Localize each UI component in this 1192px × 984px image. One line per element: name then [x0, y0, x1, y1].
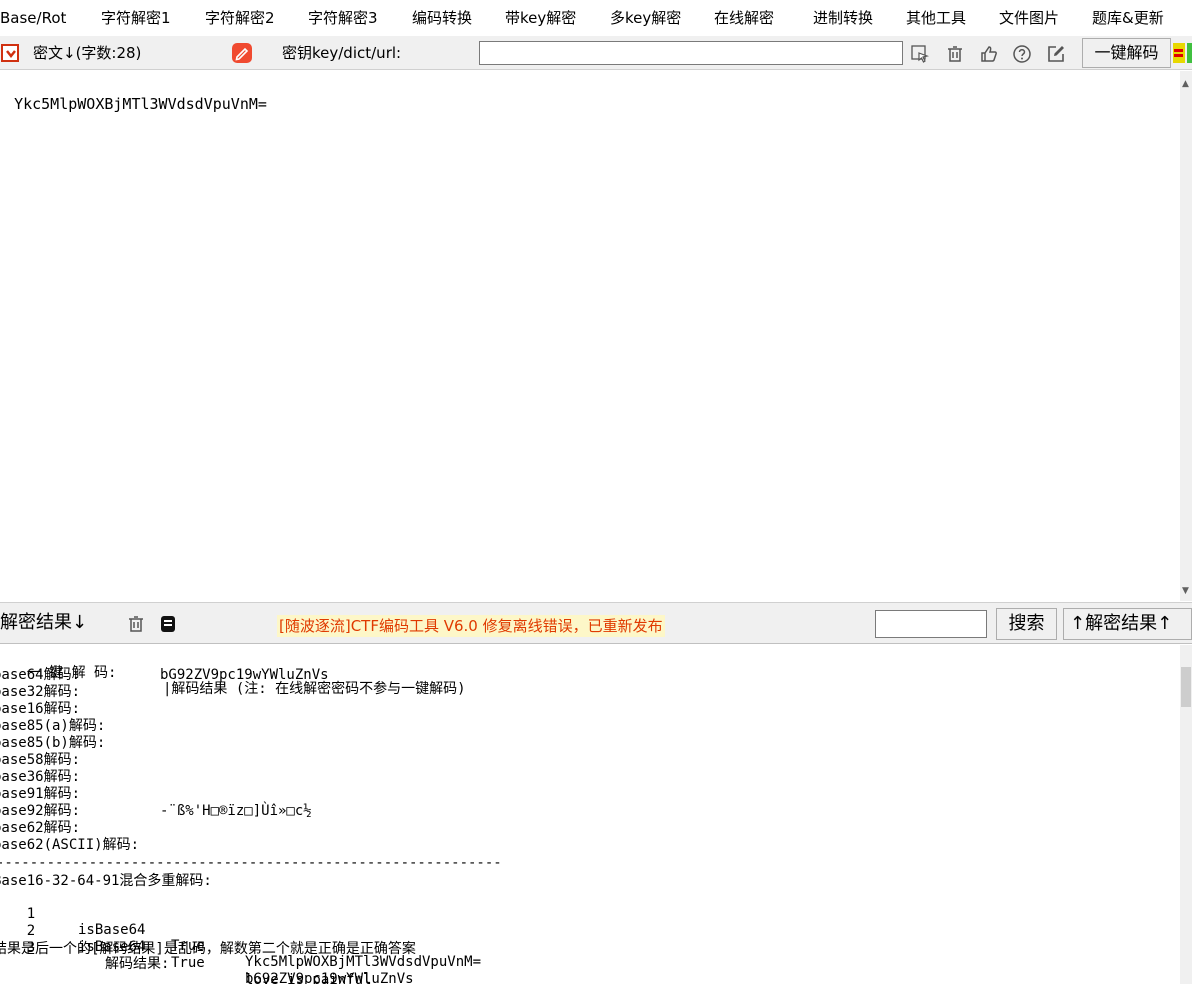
- results-header: 一 键 解 码: |解码结果 (注: 在线解密密码不参与一键解码): [0, 649, 466, 697]
- menu-radix[interactable]: 进制转换: [813, 6, 873, 30]
- separator-line: ----------------------------------------…: [0, 855, 502, 871]
- search-input[interactable]: [875, 610, 987, 638]
- results-scroll-thumb[interactable]: [1181, 667, 1191, 707]
- cursor-select-icon[interactable]: [909, 43, 931, 65]
- result-row: base92解码: -¨ß%'H□®ïz□]Ùî»□c½: [0, 803, 312, 819]
- menu-encoding[interactable]: 编码转换: [412, 6, 472, 30]
- result-row: base64解码: bG92ZV9pc19wYWluZnVs: [0, 667, 329, 683]
- header-note: |解码结果 (注: 在线解密密码不参与一键解码): [163, 681, 466, 697]
- help-icon[interactable]: [1011, 43, 1033, 65]
- trash-icon[interactable]: [944, 43, 966, 65]
- mixed-row: 1 isBase64 True Ykc5MlpWOXBjMTl3WVdsdVpu…: [26, 906, 482, 970]
- notice-banner[interactable]: [随波逐流]CTF编码工具 V6.0 修复离线错误，已重新发布: [277, 615, 665, 637]
- scroll-down-icon[interactable]: ▼: [1182, 586, 1189, 596]
- menu-key-decode[interactable]: 带key解密: [505, 6, 576, 30]
- menu-other-tools[interactable]: 其他工具: [906, 6, 966, 30]
- thumbs-up-icon[interactable]: [978, 43, 1000, 65]
- clear-results-icon[interactable]: [125, 613, 147, 635]
- scroll-up-icon[interactable]: ▲: [1182, 79, 1189, 89]
- results-toolbar: 解密结果↓ [随波逐流]CTF编码工具 V6.0 修复离线错误，已重新发布 搜索…: [0, 602, 1192, 644]
- copy-results-icon[interactable]: [157, 613, 179, 635]
- edit-icon[interactable]: [1045, 43, 1067, 65]
- result-row: base62(ASCII)解码:: [0, 837, 140, 853]
- mixed-title: Base16-32-64-91混合多重解码:: [0, 873, 212, 889]
- menu-multikey[interactable]: 多key解密: [610, 6, 681, 30]
- results-label: 解密结果↓: [0, 612, 88, 633]
- results-scrollbar[interactable]: [1180, 645, 1192, 984]
- menu-char-decode-3[interactable]: 字符解密3: [308, 6, 378, 30]
- import-icon[interactable]: [0, 42, 22, 64]
- results-footer: 结果是后一个的[解码结果]是乱码，解数第二个就是正确是正确答案: [0, 941, 416, 957]
- menu-bar: Base/Rot 字符解密1 字符解密2 字符解密3 编码转换 带key解密 多…: [0, 0, 1192, 36]
- result-row: base16解码:: [0, 701, 81, 717]
- menu-online[interactable]: 在线解密: [714, 6, 774, 30]
- cipher-toolbar: 密文↓(字数:28) 密钥key/dict/url: 一键解码: [0, 36, 1192, 70]
- result-row: base85(b)解码:: [0, 735, 106, 751]
- result-row: base36解码:: [0, 769, 81, 785]
- result-row: base32解码:: [0, 684, 81, 700]
- cipher-textarea[interactable]: Ykc5MlpWOXBjMTl3WVdsdVpuVnM=: [0, 71, 1180, 601]
- result-row: base58解码:: [0, 752, 81, 768]
- menu-file-image[interactable]: 文件图片: [999, 6, 1059, 30]
- menu-bank-update[interactable]: 题库&更新: [1092, 6, 1164, 30]
- extra-icon[interactable]: [1187, 43, 1192, 63]
- menu-char-decode-2[interactable]: 字符解密2: [205, 6, 275, 30]
- mixed-row: 2 isBase64 True bG92ZV9pc19wYWluZnVs: [26, 923, 414, 984]
- menu-base-rot[interactable]: Base/Rot: [0, 6, 66, 30]
- search-button[interactable]: 搜索: [996, 608, 1057, 640]
- equals-icon[interactable]: [1173, 43, 1185, 63]
- cipher-text: Ykc5MlpWOXBjMTl3WVdsdVpuVnM=: [14, 95, 267, 113]
- result-row: base91解码:: [0, 786, 81, 802]
- edit-key-icon[interactable]: [231, 42, 253, 64]
- result-row: base85(a)解码:: [0, 718, 106, 734]
- decode-all-button[interactable]: 一键解码: [1082, 38, 1171, 68]
- cipher-scrollbar[interactable]: ▲ ▼: [1180, 71, 1192, 601]
- menu-char-decode-1[interactable]: 字符解密1: [101, 6, 171, 30]
- mixed-row: 3 解码结果: love_is_painful: [26, 940, 372, 984]
- result-row: base62解码:: [0, 820, 81, 836]
- key-label: 密钥key/dict/url:: [282, 44, 402, 62]
- results-textarea[interactable]: 一 键 解 码: |解码结果 (注: 在线解密密码不参与一键解码) base64…: [0, 645, 1180, 984]
- key-input[interactable]: [479, 41, 903, 65]
- cipher-label: 密文↓(字数:28): [33, 44, 142, 62]
- results-up-button[interactable]: ↑解密结果↑: [1063, 608, 1192, 640]
